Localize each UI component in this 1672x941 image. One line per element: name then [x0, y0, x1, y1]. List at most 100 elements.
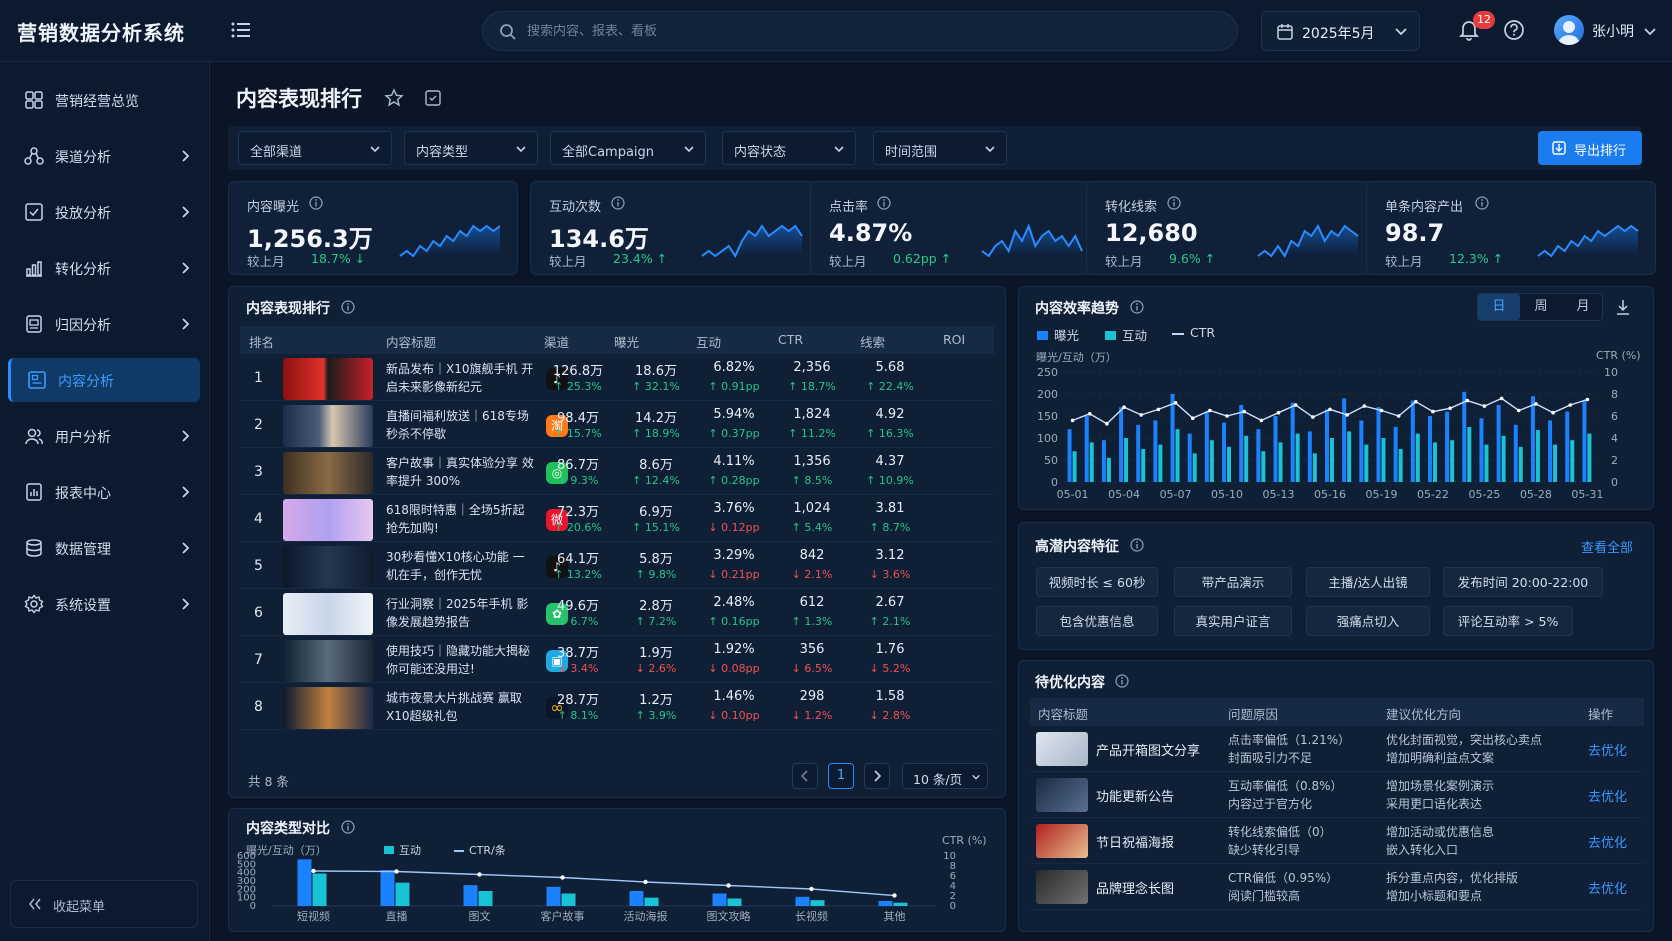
- info-icon[interactable]: [1115, 674, 1129, 692]
- bar-exposure: [1222, 422, 1227, 482]
- avatar[interactable]: [1554, 15, 1584, 45]
- info-icon[interactable]: [1475, 196, 1489, 214]
- content-thumbnail[interactable]: [283, 546, 373, 588]
- sidebar-item-reports[interactable]: 报表中心: [8, 470, 200, 514]
- info-icon[interactable]: [309, 196, 323, 214]
- sidebar-item-channel[interactable]: 渠道分析: [8, 134, 200, 178]
- suggestion-line: 增加明确利益点文案: [1386, 751, 1495, 765]
- view-all-link[interactable]: 查看全部: [1581, 537, 1633, 556]
- ctr-change: ↓ 0.10pp: [708, 709, 760, 722]
- info-icon[interactable]: [1167, 196, 1181, 214]
- sidebar-item-settings[interactable]: 系统设置: [8, 582, 200, 626]
- info-icon[interactable]: [877, 196, 891, 214]
- download-icon[interactable]: [1614, 298, 1632, 320]
- status-filter-select[interactable]: 内容状态: [722, 131, 856, 165]
- optimize-action-link[interactable]: 去优化: [1588, 878, 1627, 897]
- optimize-action-link[interactable]: 去优化: [1588, 832, 1627, 851]
- table-row[interactable]: 7 使用技巧｜隐藏功能大揭秘 你可能还没用过! ▣ 38.7万 ↓ 3.4% 1.9万 ↓ …: [240, 636, 994, 683]
- optimize-action-link[interactable]: 去优化: [1588, 740, 1627, 759]
- bar-exposure: [297, 859, 312, 906]
- info-icon[interactable]: [341, 820, 355, 838]
- feature-tag[interactable]: 带产品演示: [1174, 567, 1292, 597]
- ctr-change: ↓ 0.21pp: [708, 568, 760, 581]
- tab-week[interactable]: 周: [1520, 294, 1562, 320]
- sidebar-item-overview[interactable]: 营销经营总览: [8, 78, 200, 122]
- content-title[interactable]: 客户故事｜真实体验分享 效率提升 300%: [386, 454, 534, 490]
- content-title[interactable]: 直播间福利放送｜618专场 秒杀不停歇: [386, 407, 534, 443]
- optimize-action-link[interactable]: 去优化: [1588, 786, 1627, 805]
- channel-filter-select[interactable]: 全部渠道: [238, 131, 392, 165]
- content-title[interactable]: 30秒看懂X10核心功能 一机在手，创作无忧: [386, 548, 534, 584]
- ctr-change: ↑ 0.16pp: [708, 615, 760, 628]
- prev-page-button[interactable]: [792, 763, 818, 789]
- rank-number: 1: [254, 370, 263, 386]
- content-title[interactable]: 新品发布｜X10旗舰手机 开启未来影像新纪元: [386, 360, 534, 396]
- content-thumbnail[interactable]: [283, 499, 373, 541]
- page-size-select[interactable]: 10 条/页: [902, 763, 988, 789]
- feature-tag[interactable]: 评论互动率 > 5%: [1443, 606, 1573, 636]
- search-input[interactable]: [527, 12, 1207, 50]
- search-bar[interactable]: [482, 11, 1238, 51]
- content-title[interactable]: 行业洞察｜2025年手机 影像发展趋势报告: [386, 595, 534, 631]
- tab-day[interactable]: 日: [1478, 294, 1520, 320]
- content-thumbnail[interactable]: [283, 405, 373, 447]
- tab-month[interactable]: 月: [1562, 294, 1604, 320]
- export-ranking-button[interactable]: 导出排行: [1538, 131, 1642, 165]
- info-icon[interactable]: [341, 300, 355, 318]
- roi-value: 4.92: [875, 407, 905, 422]
- table-row[interactable]: 1 新品发布｜X10旗舰手机 开启未来影像新纪元 ♪ 126.8万 ↑ 25.3% 18.…: [240, 354, 994, 401]
- table-row[interactable]: 6 行业洞察｜2025年手机 影像发展趋势报告 ✿ 49.6万 ↑ 6.7% 2.8万 ↑ …: [240, 589, 994, 636]
- sidebar-item-label: 渠道分析: [55, 150, 111, 166]
- feature-tag[interactable]: 包含优惠信息: [1036, 606, 1158, 636]
- info-icon[interactable]: [1130, 300, 1144, 318]
- content-type-filter-select[interactable]: 内容类型: [404, 131, 538, 165]
- month-picker[interactable]: 2025年5月: [1261, 11, 1420, 51]
- feature-tag[interactable]: 强痛点切入: [1306, 606, 1430, 636]
- sidebar-item-users[interactable]: 用户分析: [8, 414, 200, 458]
- roi-change: ↑ 16.3%: [866, 427, 914, 440]
- notification-count-badge: 12: [1473, 11, 1495, 29]
- sidebar-item-delivery[interactable]: 投放分析: [8, 190, 200, 234]
- sidebar-item-attribution[interactable]: 归因分析: [8, 302, 200, 346]
- content-thumbnail[interactable]: [283, 593, 373, 635]
- page-number-button[interactable]: 1: [828, 763, 854, 789]
- content-type-filter-value: 内容类型: [416, 145, 469, 160]
- suggestion: 拆分重点内容，优化排版 增加小标题和要点: [1386, 869, 1576, 905]
- chevron-right-icon: [180, 429, 192, 447]
- y-tick-label: 150: [1037, 410, 1058, 423]
- edit-icon[interactable]: [424, 89, 442, 111]
- content-thumbnail[interactable]: [283, 640, 373, 682]
- sidebar-item-conversion[interactable]: 转化分析: [8, 246, 200, 290]
- table-row[interactable]: 4 618限时特惠｜全场5折起 抢先加购! 微 72.3万 ↑ 20.6% 6.9万 ↑ 1…: [240, 495, 994, 542]
- table-row[interactable]: 3 客户故事｜真实体验分享 效率提升 300% ◎ 86.7万 ↑ 9.3% 8.6万 ↑ …: [240, 448, 994, 495]
- table-row[interactable]: 2 直播间福利放送｜618专场 秒杀不停歇淘 98.4万 ↑ 15.7% 14.2万 ↑ …: [240, 401, 994, 448]
- time-range-filter-select[interactable]: 时间范围: [873, 131, 1007, 165]
- help-icon[interactable]: [1503, 19, 1525, 45]
- chevron-down-icon[interactable]: [1643, 24, 1657, 42]
- bar-interaction: [644, 897, 659, 906]
- user-name[interactable]: 张小明: [1592, 21, 1634, 41]
- content-title[interactable]: 618限时特惠｜全场5折起 抢先加购!: [386, 501, 534, 537]
- content-thumbnail[interactable]: [283, 452, 373, 494]
- menu-toggle-icon[interactable]: [230, 20, 252, 40]
- feature-tag[interactable]: 视频时长 ≤ 60秒: [1036, 567, 1158, 597]
- content-title[interactable]: 城市夜景大片挑战赛 赢取X10超级礼包: [386, 689, 534, 725]
- feature-tag[interactable]: 主播/达人出镜: [1306, 567, 1430, 597]
- info-icon[interactable]: [611, 196, 625, 214]
- content-thumbnail[interactable]: [283, 687, 373, 729]
- roi-value: 5.68: [875, 360, 905, 375]
- campaign-filter-select[interactable]: 全部Campaign: [550, 131, 706, 165]
- content-thumbnail[interactable]: [283, 358, 373, 400]
- next-page-button[interactable]: [864, 763, 890, 789]
- star-icon[interactable]: [384, 88, 404, 112]
- feature-tag[interactable]: 发布时间 20:00-22:00: [1443, 567, 1603, 597]
- info-icon[interactable]: [1130, 538, 1144, 556]
- collapse-menu-button[interactable]: 收起菜单: [10, 880, 198, 928]
- sidebar-item-content[interactable]: 内容分析: [8, 358, 200, 402]
- content-title[interactable]: 使用技巧｜隐藏功能大揭秘 你可能还没用过!: [386, 642, 534, 678]
- table-row[interactable]: 8 城市夜景大片挑战赛 赢取X10超级礼包 ∞ 28.7万 ↑ 8.1% 1.2万 ↑ 3.…: [240, 683, 994, 730]
- ctr-point: [1139, 413, 1144, 417]
- table-row[interactable]: 5 30秒看懂X10核心功能 一机在手，创作无忧 ♪ 64.1万 ↑ 13.2% 5.8万…: [240, 542, 994, 589]
- sidebar-item-data[interactable]: 数据管理: [8, 526, 200, 570]
- feature-tag[interactable]: 真实用户证言: [1174, 606, 1292, 636]
